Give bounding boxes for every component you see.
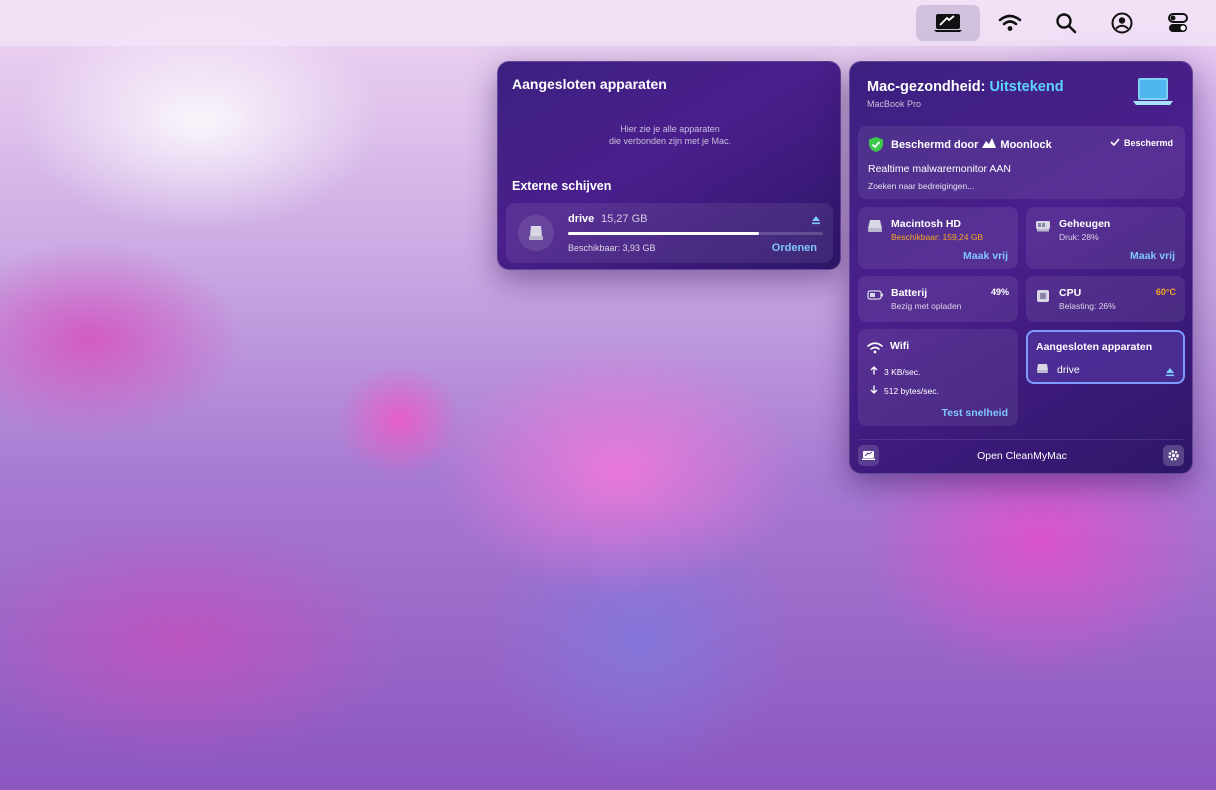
- drive-usage-fill: [568, 232, 760, 235]
- battery-status: Bezig met opladen: [891, 301, 962, 311]
- malware-monitor-status: Realtime malwaremonitor AAN: [868, 163, 1011, 175]
- cpu-icon: [1035, 288, 1051, 309]
- checkmark-icon: [1110, 138, 1120, 148]
- mac-model: MacBook Pro: [867, 99, 922, 109]
- arrow-up-icon: [870, 366, 878, 377]
- disk-tile[interactable]: Macintosh HD Beschikbaar: 159,24 GB Maak…: [858, 207, 1018, 269]
- download-speed-row: 512 bytes/sec.: [870, 385, 939, 396]
- cpu-tile[interactable]: CPU Belasting: 26% 60°C: [1026, 276, 1185, 322]
- drive-size: 15,27 GB: [601, 213, 648, 225]
- wifi-icon: [867, 341, 883, 359]
- panel-title: Aangesloten apparaten: [512, 76, 667, 92]
- threat-scan-status: Zoeken naar bedreigingen...: [868, 181, 975, 191]
- battery-tile[interactable]: Batterij Bezig met opladen 49%: [858, 276, 1018, 322]
- arrow-down-icon: [870, 385, 878, 396]
- memory-title: Geheugen: [1059, 218, 1111, 230]
- mac-health-panel: Mac-gezondheid: Uitstekend MacBook Pro B…: [849, 61, 1193, 474]
- security-vendor: Moonlock: [1000, 138, 1052, 151]
- menu-bar: [0, 0, 1216, 46]
- disk-title: Macintosh HD: [891, 218, 962, 230]
- drive-available: Beschikbaar: 3,93 GB: [568, 243, 656, 253]
- open-cleanmymac-button[interactable]: Open CleanMyMac: [850, 450, 1194, 462]
- drive-icon: [518, 215, 554, 251]
- disk-available: Beschikbaar: 159,24 GB: [891, 232, 984, 242]
- battery-level: 49%: [990, 287, 1009, 297]
- drive-name: drive: [568, 213, 595, 225]
- free-up-memory-button[interactable]: Maak vrij: [1130, 250, 1175, 262]
- test-speed-button[interactable]: Test snelheid: [942, 407, 1008, 419]
- upload-speed-row: 3 KB/sec.: [870, 366, 920, 377]
- cleanmymac-menu-icon[interactable]: [916, 5, 980, 41]
- connected-drive-row: drive: [1036, 363, 1080, 377]
- health-title-prefix: Mac-gezondheid:: [867, 79, 986, 95]
- health-title: Mac-gezondheid: Uitstekend: [867, 79, 1064, 95]
- drive-icon: [1036, 363, 1049, 377]
- connected-devices-panel: Aangesloten apparaten Hier zie je alle a…: [497, 61, 841, 270]
- cpu-temperature: 60°C: [1155, 287, 1176, 297]
- hint-line-2: die verbonden zijn met je Mac.: [608, 136, 732, 146]
- moonlock-icon: [982, 138, 997, 151]
- eject-icon[interactable]: [811, 212, 821, 230]
- download-speed: 512 bytes/sec.: [884, 385, 939, 396]
- security-status-label: Beschermd: [1123, 138, 1173, 148]
- battery-title: Batterij: [891, 287, 928, 299]
- external-drive-card[interactable]: drive 15,27 GB Beschikbaar: 3,93 GB Orde…: [506, 203, 833, 263]
- user-icon[interactable]: [1096, 5, 1148, 41]
- security-card[interactable]: Beschermd door Moonlock Beschermd Realti…: [858, 126, 1185, 199]
- cpu-load: Belasting: 26%: [1059, 301, 1116, 311]
- battery-icon: [867, 288, 884, 306]
- hint-line-1: Hier zie je alle apparaten: [620, 124, 720, 134]
- panel-hint: Hier zie je alle apparaten die verbonden…: [498, 123, 842, 147]
- health-status: Uitstekend: [989, 79, 1064, 95]
- wifi-tile[interactable]: Wifi 3 KB/sec. 512 bytes/sec. Test snelh…: [858, 329, 1018, 426]
- section-title: Externe schijven: [512, 179, 612, 193]
- free-up-disk-button[interactable]: Maak vrij: [963, 250, 1008, 262]
- protected-by: Beschermd door Moonlock: [891, 138, 1052, 151]
- organize-button[interactable]: Ordenen: [772, 242, 817, 254]
- shield-icon: [868, 136, 884, 158]
- wifi-title: Wifi: [890, 340, 910, 352]
- memory-icon: [1035, 219, 1051, 238]
- laptop-icon: [1132, 76, 1174, 113]
- cpu-title: CPU: [1059, 287, 1082, 299]
- control-center-icon[interactable]: [1152, 5, 1204, 41]
- protected-by-label: Beschermd door: [891, 138, 979, 151]
- connected-devices-title: Aangesloten apparaten: [1036, 341, 1153, 353]
- connected-devices-tile[interactable]: Aangesloten apparaten drive: [1026, 330, 1185, 384]
- memory-pressure: Druk: 28%: [1059, 232, 1099, 242]
- security-status: Beschermd: [1110, 138, 1173, 148]
- memory-tile[interactable]: Geheugen Druk: 28% Maak vrij: [1026, 207, 1185, 269]
- connected-drive-name: drive: [1057, 364, 1080, 376]
- drive-usage-bar: [568, 232, 823, 235]
- divider: [858, 439, 1184, 440]
- eject-icon[interactable]: [1165, 364, 1175, 382]
- wifi-icon[interactable]: [984, 5, 1036, 41]
- search-icon[interactable]: [1040, 5, 1092, 41]
- disk-icon: [867, 219, 883, 238]
- gear-icon[interactable]: [1163, 445, 1184, 466]
- upload-speed: 3 KB/sec.: [884, 366, 921, 377]
